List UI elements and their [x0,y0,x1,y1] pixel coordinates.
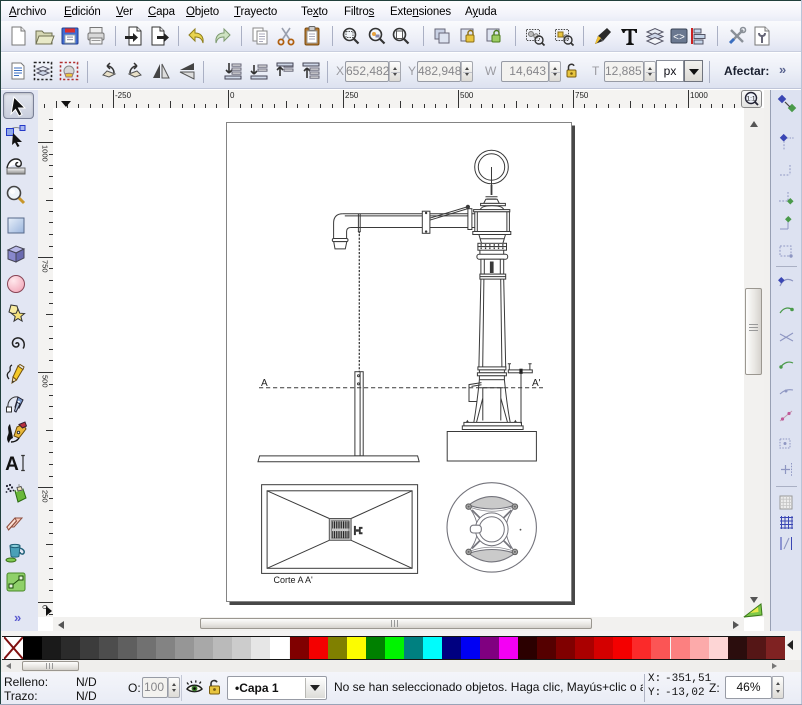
svg-text:500: 500 [460,91,474,100]
svg-text:Corte A A': Corte A A' [274,575,314,585]
svg-text:250: 250 [345,91,359,100]
svg-text:1:1: 1:1 [746,96,755,103]
svg-text:A: A [5,454,19,475]
svg-text:-250: -250 [115,91,132,100]
svg-text:750: 750 [575,91,589,100]
svg-text:500: 500 [41,375,50,388]
svg-text:1000: 1000 [41,145,50,162]
svg-text:1000: 1000 [690,91,708,100]
svg-text:A: A [261,378,268,389]
svg-text:<>: <> [673,32,685,43]
svg-text:750: 750 [41,260,50,273]
svg-text:250: 250 [41,490,50,503]
svg-text:A': A' [532,378,541,389]
svg-text:0: 0 [230,91,235,100]
